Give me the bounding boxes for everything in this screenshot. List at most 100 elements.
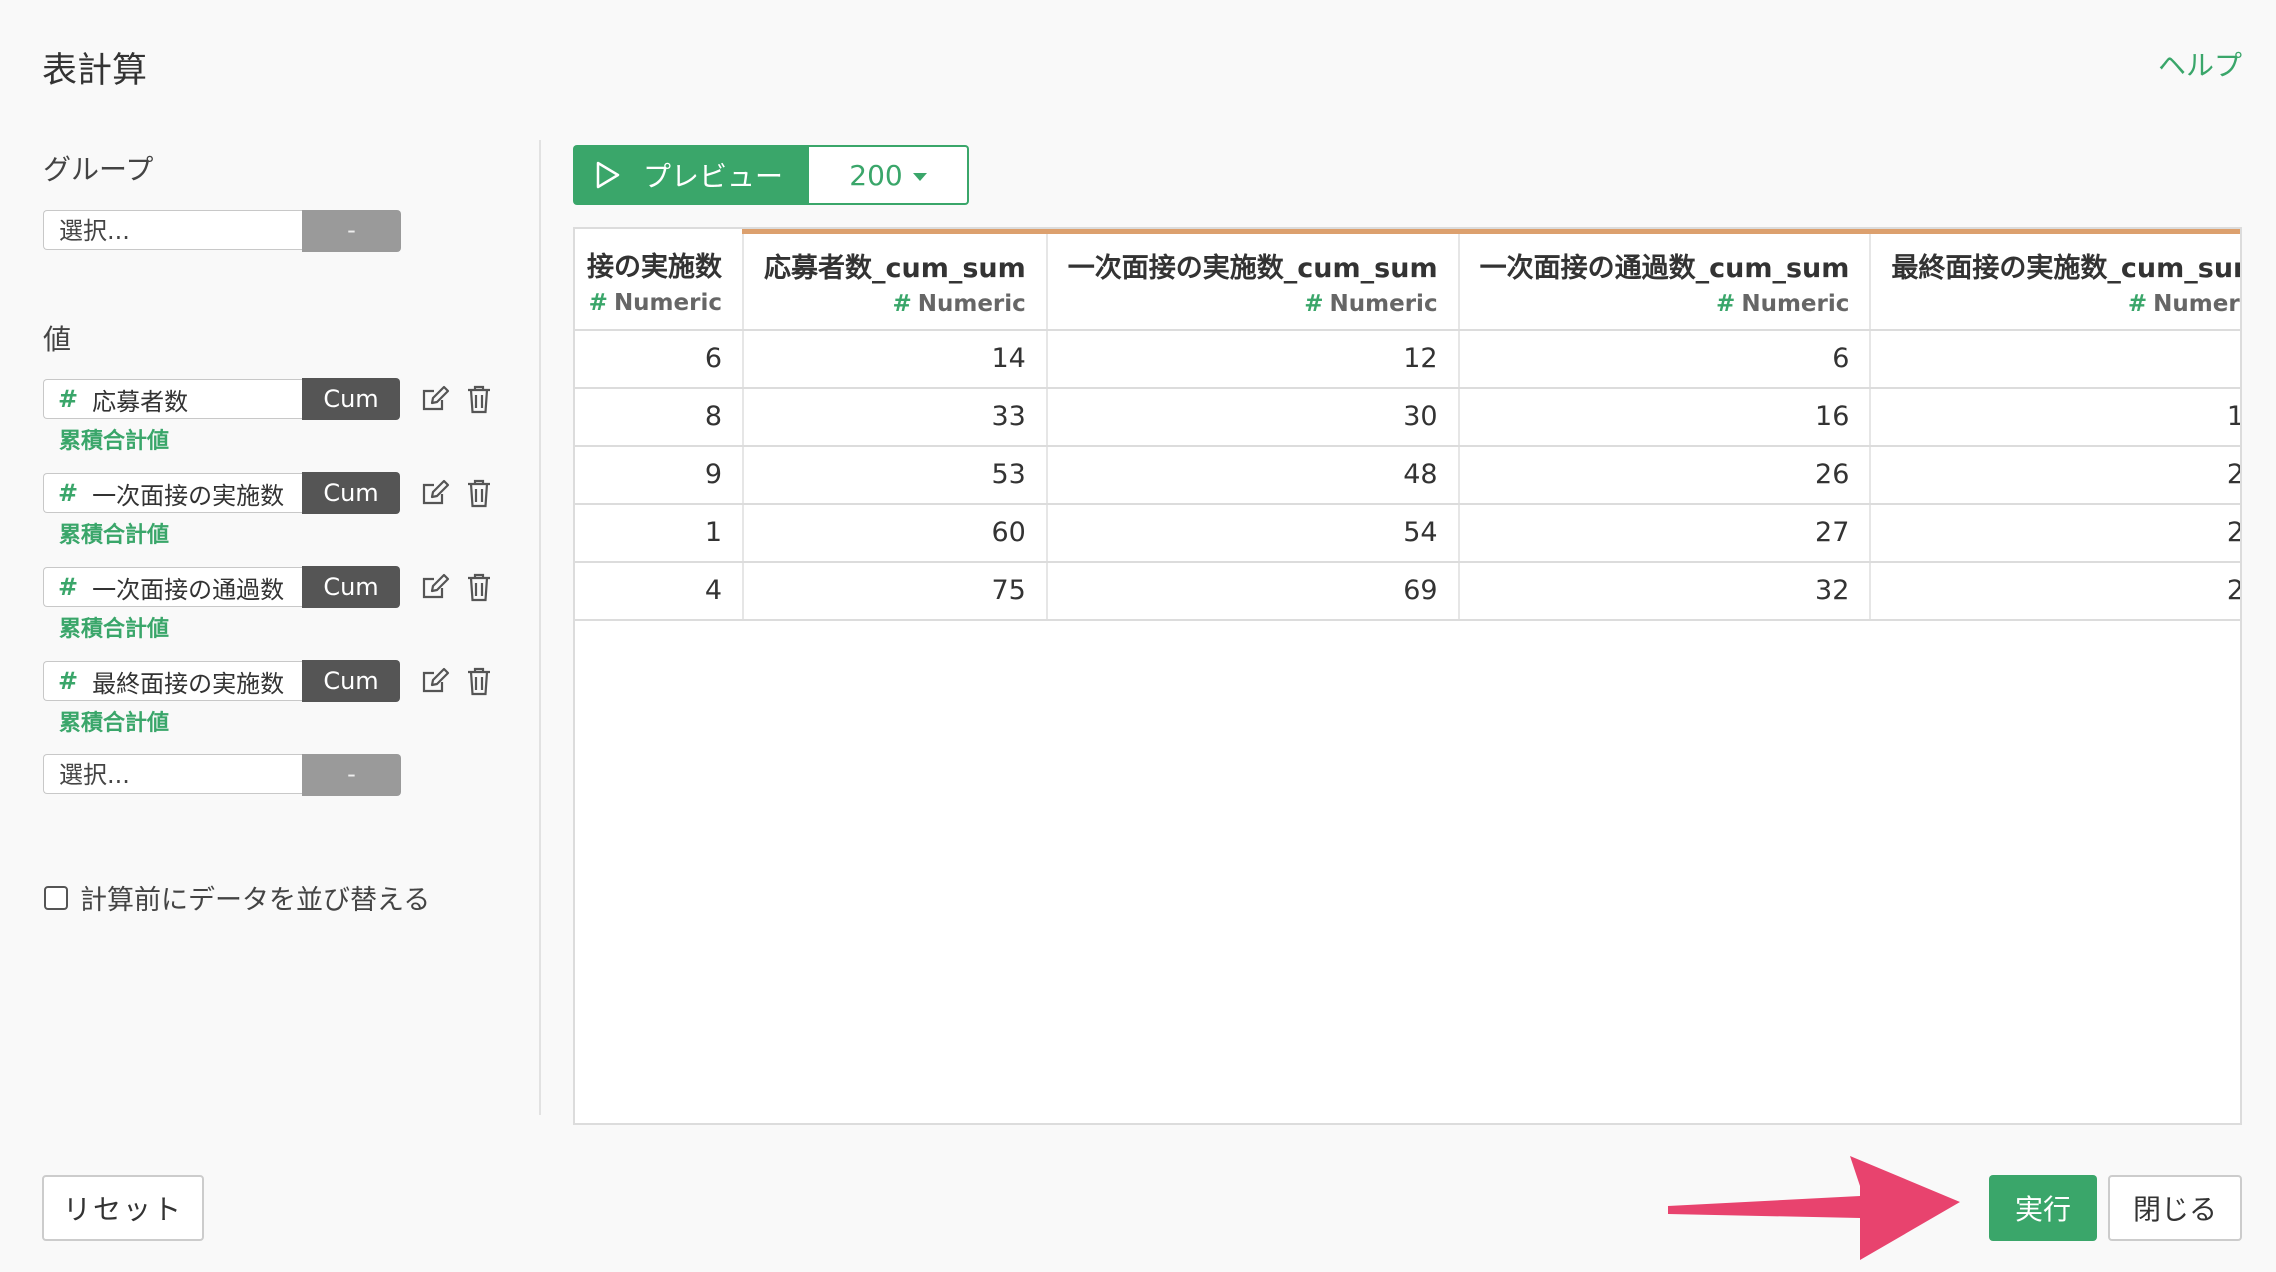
column-type-label: Numeric	[1329, 290, 1438, 317]
column-name: 接の実施数	[587, 251, 722, 283]
table-row: 9 53 48 26 23	[575, 445, 2240, 505]
column-type-label: Numeric	[917, 290, 1026, 317]
group-select[interactable]: 選択... -	[43, 210, 401, 252]
table-cell: 1	[575, 503, 744, 563]
numeric-hash-icon: #	[588, 289, 608, 316]
column-name: 応募者数_cum_sum	[764, 252, 1026, 284]
value-field[interactable]: # 最終面接の実施数	[43, 661, 302, 701]
table-cell: 16	[1458, 387, 1872, 447]
table-cell: 24	[1870, 503, 2240, 563]
column-type: #Numeric	[764, 290, 1026, 317]
table-cell: 6	[1458, 329, 1872, 389]
value-name: 応募者数	[92, 387, 189, 416]
value-label: 値	[43, 323, 72, 356]
value-name: 一次面接の通過数	[92, 575, 285, 604]
value-name: 一次面接の実施数	[92, 481, 285, 510]
row-count-dropdown[interactable]: 200	[809, 145, 969, 205]
preview-controls: プレビュー 200	[573, 145, 969, 205]
numeric-hash-icon: #	[1716, 290, 1736, 317]
sort-checkbox-label: 計算前にデータを並び替える	[80, 885, 431, 916]
table-cell: 28	[1870, 561, 2240, 621]
numeric-hash-icon: #	[892, 290, 912, 317]
value-sub-label: 累積合計値	[59, 617, 170, 642]
table-cell: 4	[575, 561, 744, 621]
edit-icon[interactable]	[420, 384, 450, 414]
value-row-first-interview-count: # 一次面接の実施数 Cum	[43, 472, 494, 514]
table-cell: 69	[1046, 561, 1460, 621]
value-field[interactable]: # 応募者数	[43, 379, 302, 419]
table-cell: 60	[743, 503, 1048, 563]
column-type-label: Numeric	[1741, 290, 1850, 317]
table-row: 8 33 30 16 14	[575, 387, 2240, 447]
value-sub-label: 累積合計値	[59, 429, 170, 454]
table-cell: 6	[1870, 329, 2240, 389]
table-header-row: 接の実施数 # Numeric 応募者数_cum_sum # Numeric 一次面…	[575, 229, 2242, 331]
column-header[interactable]: 最終面接の実施数_cum_sum #Numeric	[1870, 229, 2242, 331]
value-field[interactable]: # 一次面接の実施数	[43, 473, 302, 513]
table-cell: 30	[1046, 387, 1460, 447]
column-type: #Numeric	[1480, 290, 1850, 317]
value-select[interactable]: 選択... -	[43, 754, 401, 796]
table-cell: 12	[1046, 329, 1460, 389]
value-row-first-interview-pass: # 一次面接の通過数 Cum	[43, 566, 494, 608]
column-name: 一次面接の実施数_cum_sum	[1067, 252, 1438, 284]
preview-button[interactable]: プレビュー	[573, 145, 809, 205]
table-row: 1 60 54 27 24	[575, 503, 2240, 563]
table-cell: 14	[1870, 387, 2240, 447]
column-name: 最終面接の実施数_cum_sum	[1891, 252, 2242, 284]
table-cell: 27	[1458, 503, 1872, 563]
edit-icon[interactable]	[420, 572, 450, 602]
play-icon	[596, 161, 620, 189]
table-cell: 8	[575, 387, 744, 447]
column-type-label: Numeric	[2153, 290, 2240, 317]
sort-before-calc-option[interactable]: 計算前にデータを並び替える	[44, 878, 430, 917]
trash-icon[interactable]	[464, 666, 494, 696]
value-remove-button[interactable]: -	[302, 754, 401, 796]
preview-button-label: プレビュー	[643, 160, 784, 193]
trash-icon[interactable]	[464, 384, 494, 414]
sort-checkbox[interactable]	[44, 885, 68, 910]
table-cell: 33	[743, 387, 1048, 447]
cum-button[interactable]: Cum	[302, 378, 400, 420]
numeric-hash-icon: #	[1304, 290, 1324, 317]
cum-button[interactable]: Cum	[302, 472, 400, 514]
group-select-input[interactable]: 選択...	[43, 210, 302, 250]
column-header[interactable]: 一次面接の実施数_cum_sum # Numeric	[1046, 229, 1460, 331]
column-header[interactable]: 応募者数_cum_sum # Numeric	[743, 229, 1048, 331]
row-count-value: 200	[849, 158, 903, 192]
reset-button[interactable]: リセット	[42, 1175, 204, 1241]
value-field[interactable]: # 一次面接の通過数	[43, 567, 302, 607]
group-remove-button[interactable]: -	[302, 210, 401, 252]
trash-icon[interactable]	[464, 572, 494, 602]
value-name: 最終面接の実施数	[92, 669, 285, 698]
edit-icon[interactable]	[420, 666, 450, 696]
table-cell: 23	[1870, 445, 2240, 505]
sidebar-divider	[539, 140, 541, 1115]
column-name: 一次面接の通過数_cum_sum	[1479, 252, 1850, 284]
column-type: #Numeric	[1068, 290, 1438, 317]
run-button[interactable]: 実行	[1989, 1175, 2097, 1241]
cum-button[interactable]: Cum	[302, 566, 400, 608]
close-button[interactable]: 閉じる	[2108, 1175, 2242, 1241]
caret-down-icon	[912, 172, 927, 181]
table-cell: 53	[743, 445, 1048, 505]
table-cell: 75	[743, 561, 1048, 621]
value-select-input[interactable]: 選択...	[43, 754, 302, 794]
table-row: 4 75 69 32 28	[575, 561, 2240, 621]
numeric-hash-icon: #	[58, 385, 79, 413]
value-sub-label: 累積合計値	[59, 711, 170, 736]
table-cell: 54	[1046, 503, 1460, 563]
column-header[interactable]: 一次面接の通過数_cum_sum # Numeric	[1458, 229, 1872, 331]
help-link[interactable]: ヘルプ	[2158, 44, 2242, 84]
value-row-final-interview-count: # 最終面接の実施数 Cum	[43, 660, 494, 702]
table-cell: 14	[743, 329, 1048, 389]
trash-icon[interactable]	[464, 478, 494, 508]
preview-table[interactable]: 接の実施数 # Numeric 応募者数_cum_sum # Numeric 一次面…	[573, 227, 2242, 1125]
table-cell: 26	[1458, 445, 1872, 505]
column-type: #Numeric	[587, 290, 722, 316]
column-type-label: Numeric	[613, 289, 722, 316]
table-cell: 6	[575, 329, 744, 389]
cum-button[interactable]: Cum	[302, 660, 400, 702]
column-header[interactable]: 接の実施数 # Numeric	[575, 231, 744, 331]
edit-icon[interactable]	[420, 478, 450, 508]
